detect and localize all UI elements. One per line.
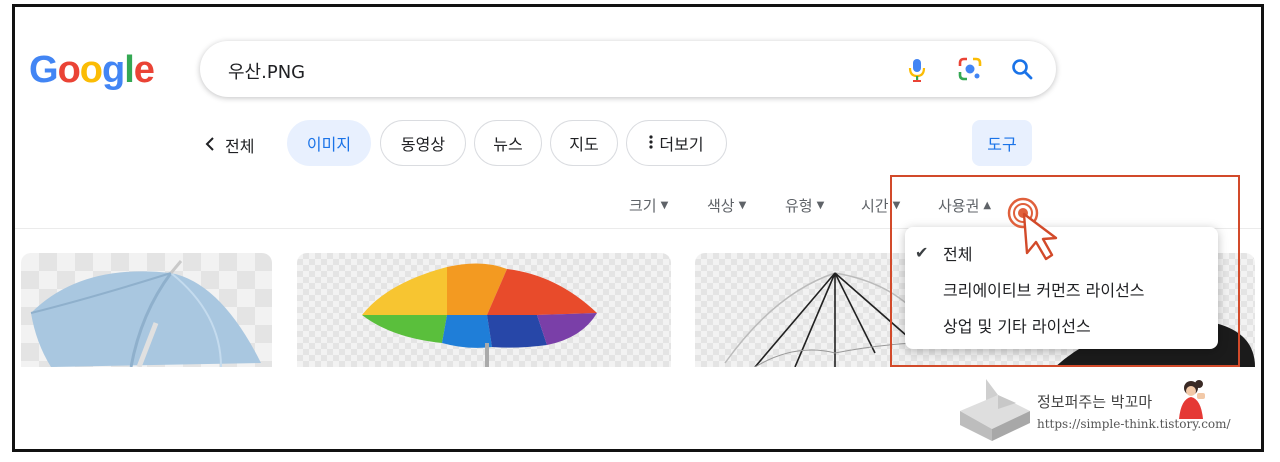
- tools-label: 도구: [987, 135, 1017, 154]
- chip-news[interactable]: 뉴스: [474, 120, 542, 166]
- chip-label: 이미지: [306, 135, 352, 154]
- google-logo[interactable]: Google: [29, 49, 155, 91]
- caret-down-icon: ▼: [816, 200, 825, 211]
- logo-letter: o: [57, 49, 81, 91]
- caret-down-icon: ▼: [738, 200, 747, 211]
- watermark-logo: [960, 379, 1030, 445]
- check-icon: ✔: [915, 243, 929, 262]
- image-thumbnail[interactable]: [21, 253, 272, 367]
- filter-label: 색상: [707, 197, 735, 215]
- chip-more[interactable]: 더보기: [626, 120, 727, 166]
- light-blue-umbrella-image: [30, 260, 261, 367]
- filter-label: 시간: [861, 197, 889, 215]
- back-all-link[interactable]: 전체: [205, 133, 254, 157]
- chip-label: 뉴스: [493, 135, 523, 154]
- chevron-left-icon: [205, 136, 215, 155]
- filter-label: 유형: [785, 197, 813, 215]
- dropdown-option-all[interactable]: 전체: [943, 241, 972, 265]
- chip-videos[interactable]: 동영상: [380, 120, 466, 166]
- more-vert-icon: [649, 134, 654, 153]
- microphone-icon[interactable]: [903, 55, 931, 83]
- chip-maps[interactable]: 지도: [550, 120, 618, 166]
- dropdown-option-creative-commons[interactable]: 크리에이티브 커먼즈 라이선스: [943, 277, 1145, 301]
- search-icon[interactable]: [1008, 55, 1036, 83]
- dropdown-option-commercial[interactable]: 상업 및 기타 라이선스: [943, 313, 1091, 337]
- watermark-title: 정보퍼주는 박꼬마: [1037, 393, 1153, 411]
- chip-label: 동영상: [400, 135, 446, 154]
- filter-label: 크기: [629, 197, 657, 215]
- filter-color[interactable]: 색상 ▼: [707, 195, 746, 216]
- search-bar[interactable]: 우산.PNG: [200, 41, 1056, 97]
- logo-letter: l: [124, 49, 135, 91]
- filter-size[interactable]: 크기 ▼: [629, 195, 668, 216]
- back-all-label: 전체: [225, 137, 255, 156]
- rainbow-umbrella-image: [362, 263, 597, 367]
- search-input[interactable]: 우산.PNG: [228, 58, 305, 84]
- filter-type[interactable]: 유형 ▼: [785, 195, 824, 216]
- tools-button[interactable]: 도구: [972, 120, 1032, 166]
- caret-down-icon: ▼: [660, 200, 669, 211]
- mouse-cursor-icon: [1005, 195, 1065, 269]
- image-thumbnail[interactable]: [297, 253, 671, 367]
- watermark-character: [1175, 379, 1211, 423]
- chip-label: 지도: [569, 135, 599, 154]
- logo-letter: G: [29, 49, 59, 91]
- screenshot-frame: Google 우산.PNG 전체 이미지 동영상 뉴스 지도 더보기 도구 크기…: [12, 4, 1264, 452]
- chip-label: 더보기: [659, 135, 704, 154]
- logo-letter: g: [102, 49, 125, 91]
- chip-images[interactable]: 이미지: [287, 120, 371, 166]
- logo-letter: e: [133, 49, 155, 91]
- logo-letter: o: [79, 49, 103, 91]
- google-lens-icon[interactable]: [956, 55, 984, 83]
